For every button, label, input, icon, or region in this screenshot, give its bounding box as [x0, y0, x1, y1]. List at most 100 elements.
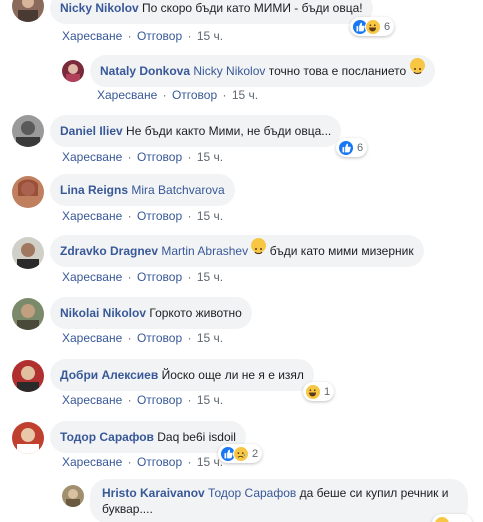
comment-text: Не бъди както Мими, не бъди овца...: [126, 124, 332, 138]
comment-bubble: Nicky Nikolov По скоро бъди като МИМИ - …: [50, 0, 373, 24]
like-link[interactable]: Харесване: [62, 270, 122, 284]
comment-bubble: Nataly Donkova Nicky Nikolov точно това …: [90, 55, 435, 87]
mention-link[interactable]: Martin Abrashev: [161, 244, 248, 258]
reply-link[interactable]: Отговор: [137, 209, 182, 223]
comment-bubble: Hristo Karaivanov Тодор Сарафов да беше …: [90, 479, 468, 522]
comment-actions: Харесване · Отговор · 15 ч.: [97, 88, 258, 102]
reply-link[interactable]: Отговор: [137, 393, 182, 407]
reaction-count: 2: [252, 447, 259, 460]
avatar[interactable]: [12, 360, 44, 392]
avatar[interactable]: [12, 0, 44, 22]
reply-link[interactable]: Отговор: [137, 270, 182, 284]
reply-link[interactable]: Отговор: [172, 88, 217, 102]
separator: ·: [127, 393, 132, 407]
reply-link[interactable]: Отговор: [137, 331, 182, 345]
separator: ·: [187, 29, 192, 43]
timestamp[interactable]: 15 ч.: [197, 455, 223, 469]
avatar[interactable]: [12, 176, 44, 208]
avatar[interactable]: [62, 60, 84, 82]
comment-bubble: Nikolai Nikolov Горкото животно: [50, 297, 252, 329]
like-link[interactable]: Харесване: [62, 393, 122, 407]
sad-reaction-icon: [233, 445, 249, 462]
like-link[interactable]: Харесване: [62, 150, 122, 164]
separator: ·: [187, 455, 192, 469]
separator: ·: [127, 150, 132, 164]
timestamp[interactable]: 15 ч.: [197, 150, 223, 164]
timestamp[interactable]: 15 ч.: [197, 393, 223, 407]
comment-actions: Харесване · Отговор · 15 ч.: [62, 209, 223, 223]
reaction-summary[interactable]: 6: [336, 138, 368, 157]
like-link[interactable]: Харесване: [62, 29, 122, 43]
comment-text: точно това е посланието: [268, 64, 407, 78]
avatar[interactable]: [12, 115, 44, 147]
comment-actions: Харесване · Отговор · 15 ч.: [62, 150, 223, 164]
comment-author[interactable]: Тодор Сарафов: [60, 430, 154, 444]
like-reaction-icon: [338, 139, 354, 156]
reply-link[interactable]: Отговор: [137, 455, 182, 469]
comment-author[interactable]: Lina Reigns: [60, 183, 128, 197]
comment-author[interactable]: Добри Алексиев: [60, 368, 158, 382]
separator: ·: [127, 331, 132, 345]
comment-actions: Харесване · Отговор · 15 ч.: [62, 29, 223, 43]
like-link[interactable]: Харесване: [62, 455, 122, 469]
separator: ·: [187, 209, 192, 223]
mention-link[interactable]: Тодор Сарафов: [208, 486, 296, 500]
separator: ·: [187, 150, 192, 164]
reaction-summary[interactable]: 6: [350, 17, 395, 36]
timestamp[interactable]: 15 ч.: [197, 209, 223, 223]
smile-emoji-icon: [251, 238, 267, 255]
comment-actions: Харесване · Отговор · 15 ч.: [62, 393, 223, 407]
timestamp[interactable]: 15 ч.: [197, 331, 223, 345]
reaction-summary[interactable]: [432, 514, 472, 522]
separator: ·: [127, 270, 132, 284]
avatar[interactable]: [62, 485, 84, 507]
comment-author[interactable]: Hristo Karaivanov: [102, 486, 205, 500]
comment-bubble: Lina Reigns Mira Batchvarova: [50, 174, 235, 206]
timestamp[interactable]: 15 ч.: [197, 29, 223, 43]
reaction-summary[interactable]: 2: [218, 444, 263, 463]
separator: ·: [162, 88, 167, 102]
separator: ·: [127, 29, 132, 43]
comment-bubble: Тодор Сарафов Daq be6i isdoil: [50, 421, 246, 453]
smile-emoji-icon: [409, 58, 425, 75]
comment-author[interactable]: Nataly Donkova: [100, 64, 190, 78]
avatar[interactable]: [12, 298, 44, 330]
like-link[interactable]: Харесване: [62, 209, 122, 223]
timestamp[interactable]: 15 ч.: [197, 270, 223, 284]
comment-actions: Харесване · Отговор · 15 ч.: [62, 331, 223, 345]
timestamp[interactable]: 15 ч.: [232, 88, 258, 102]
comment-bubble: Zdravko Dragnev Martin Abrashev бъди кат…: [50, 235, 424, 267]
avatar[interactable]: [12, 237, 44, 269]
comment-actions: Харесване · Отговор · 15 ч.: [62, 270, 223, 284]
comment-text: Йоско още ли не я е изял: [161, 368, 304, 382]
separator: ·: [187, 331, 192, 345]
reply-link[interactable]: Отговор: [137, 150, 182, 164]
like-link[interactable]: Харесване: [97, 88, 157, 102]
comment-author[interactable]: Daniel Iliev: [60, 124, 123, 138]
comment-bubble: Добри Алексиев Йоско още ли не я е изял: [50, 359, 314, 391]
reaction-icon: [434, 515, 450, 522]
reply-link[interactable]: Отговор: [137, 29, 182, 43]
separator: ·: [187, 270, 192, 284]
comment-text: бъди като мими мизерник: [269, 244, 414, 258]
separator: ·: [222, 88, 227, 102]
separator: ·: [127, 455, 132, 469]
comment-bubble: Daniel Iliev Не бъди както Мими, не бъди…: [50, 115, 342, 147]
mention-link[interactable]: Nicky Nikolov: [193, 64, 265, 78]
comment-author[interactable]: Nikolai Nikolov: [60, 306, 146, 320]
mention-link[interactable]: Mira Batchvarova: [131, 183, 224, 197]
haha-reaction-icon: [305, 383, 321, 400]
comment-actions: Харесване · Отговор · 15 ч.: [62, 455, 223, 469]
comment-text: Горкото животно: [149, 306, 242, 320]
comment-text: Daq be6i isdoil: [157, 430, 236, 444]
comment-author[interactable]: Zdravko Dragnev: [60, 244, 158, 258]
reaction-summary[interactable]: 1: [303, 382, 335, 401]
avatar[interactable]: [12, 422, 44, 454]
reaction-count: 6: [357, 141, 364, 154]
separator: ·: [127, 209, 132, 223]
comment-author[interactable]: Nicky Nikolov: [60, 1, 139, 15]
reaction-count: 6: [384, 20, 391, 33]
comment-text: По скоро бъди като МИМИ - бъди овца!: [142, 1, 363, 15]
like-link[interactable]: Харесване: [62, 331, 122, 345]
reaction-count: 1: [324, 385, 331, 398]
